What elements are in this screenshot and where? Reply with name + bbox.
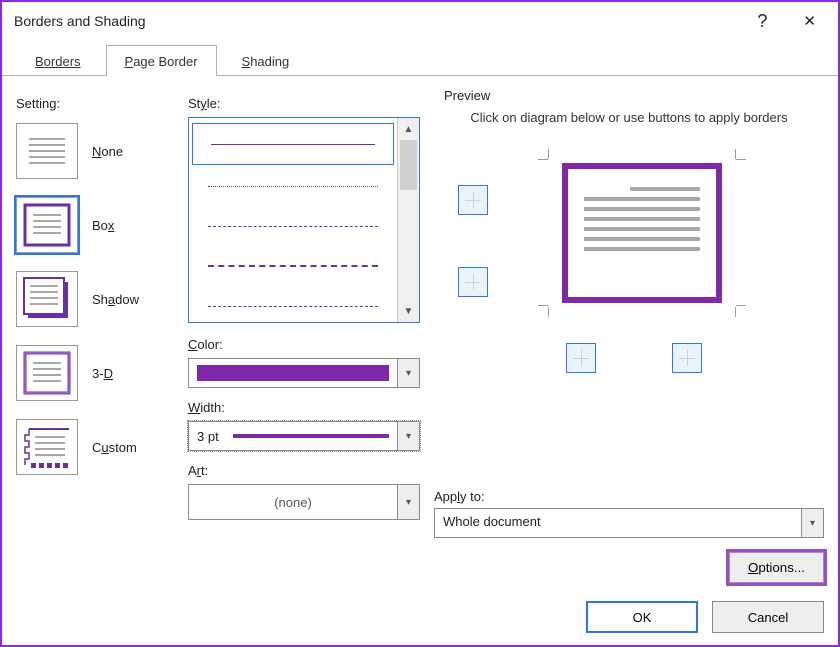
border-left-button[interactable] [566,343,596,373]
setting-box[interactable]: Box [16,197,174,253]
width-value: 3 pt [197,429,219,444]
color-dropdown[interactable]: ▾ [188,358,420,388]
preview-label: Preview [440,88,494,103]
apply-to-dropdown[interactable]: Whole document ▾ [434,508,824,538]
width-label: Width: [188,400,420,415]
setting-custom-label: Custom [92,440,137,455]
apply-to-label: Apply to: [434,489,824,504]
setting-box-label: Box [92,218,114,233]
border-top-button[interactable] [458,185,488,215]
setting-box-thumb [16,197,78,253]
setting-custom[interactable]: Custom [16,419,174,475]
width-dropdown[interactable]: 3 pt ▾ [188,421,420,451]
preview-hint: Click on diagram below or use buttons to… [444,109,814,127]
art-dropdown[interactable]: (none) ▾ [188,484,420,520]
art-label: Art: [188,463,420,478]
options-button[interactable]: Options... [729,552,824,583]
preview-group: Preview Click on diagram below or use bu… [434,96,824,485]
ok-button[interactable]: OK [586,601,698,633]
cancel-button[interactable]: Cancel [712,601,824,633]
scroll-thumb[interactable] [400,140,417,190]
setting-shadow-thumb [16,271,78,327]
setting-3d-label: 3-D [92,366,113,381]
borders-and-shading-dialog: Borders and Shading ? ✕ Borders Page Bor… [0,0,840,647]
help-icon[interactable]: ? [757,11,767,32]
color-swatch [197,365,389,381]
setting-shadow[interactable]: Shadow [16,271,174,327]
close-icon[interactable]: ✕ [793,8,826,34]
scroll-down-icon[interactable]: ▼ [398,300,419,322]
setting-custom-thumb [16,419,78,475]
tab-page-border[interactable]: Page Border [106,45,217,76]
tab-borders[interactable]: Borders [16,45,100,76]
setting-3d[interactable]: 3-D [16,345,174,401]
window-title: Borders and Shading [14,13,146,29]
setting-shadow-label: Shadow [92,292,139,307]
apply-to-value: Whole document [434,508,802,538]
color-label: Color: [188,337,420,352]
setting-none-thumb [16,123,78,179]
art-value: (none) [274,495,312,510]
chevron-down-icon[interactable]: ▾ [398,484,420,520]
setting-none[interactable]: None [16,123,174,179]
scroll-up-icon[interactable]: ▲ [398,118,419,140]
title-bar: Borders and Shading ? ✕ [2,2,838,40]
chevron-down-icon[interactable]: ▾ [802,508,824,538]
setting-none-label: None [92,144,123,159]
setting-label: Setting: [16,96,174,111]
border-bottom-button[interactable] [458,267,488,297]
style-list[interactable]: ▲ ▼ [188,117,420,323]
tab-strip: Borders Page Border Shading [2,42,838,76]
chevron-down-icon[interactable]: ▾ [398,421,420,451]
border-right-button[interactable] [672,343,702,373]
page-preview[interactable] [562,163,722,303]
style-scrollbar[interactable]: ▲ ▼ [397,118,419,322]
tab-shading[interactable]: Shading [223,45,309,76]
setting-3d-thumb [16,345,78,401]
chevron-down-icon[interactable]: ▾ [398,358,420,388]
style-label: Style: [188,96,420,111]
dialog-footer: OK Cancel [586,601,824,633]
